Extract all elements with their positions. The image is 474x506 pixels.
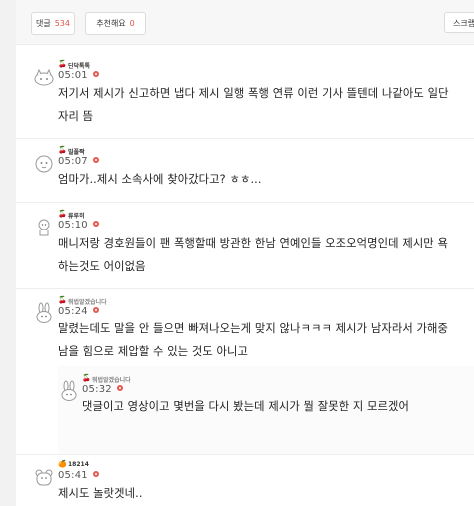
bear-icon [35,469,53,486]
cherry-icon: 🍒 [58,146,67,154]
comment-time: 05:32 [82,384,112,395]
comment-time: 05:24 [58,306,88,317]
rabbit-icon [61,380,77,401]
recommend-count: 0 [129,19,135,28]
round-face-icon [35,155,53,173]
comment-nickname[interactable]: 18214 [68,461,89,468]
left-gutter [0,0,16,506]
scrap-button[interactable]: 스크랩 [444,12,474,33]
rabbit-icon [36,302,52,323]
divider [16,138,474,139]
comment-time: 05:01 [58,70,88,81]
comment-nickname[interactable]: 딘닥톡톡 [68,61,90,70]
comment-time: 05:41 [58,470,88,481]
comment-text: 댓글이고 영상이고 몇번을 다시 봤는데 제시가 뭘 잘못한 지 모르겠어 [82,400,410,413]
comment-nickname[interactable]: 류루히 [68,211,85,220]
comment-count: 534 [54,19,70,28]
divider [16,454,474,455]
small-character-icon [38,219,50,236]
comment-text: 저기서 제시가 신고하면 냅다 제시 일행 폭행 연류 이런 기사 뜰텐데 나같… [58,87,449,123]
divider [16,288,474,289]
cherry-icon: 🍒 [82,374,91,382]
tab-comments-label: 댓글 [35,19,51,28]
options-icon[interactable] [92,157,99,163]
comment-time: 05:07 [58,156,88,167]
recommend-label: 추천해요 [96,19,126,28]
comment-section: 댓글 534 추천해요 0 스크랩 🍒 딘닥톡톡 05:01 저기서 제시가 신고하… [16,0,474,506]
comment-nickname[interactable]: 뭐법알겠습니다 [68,297,107,306]
options-icon[interactable] [92,307,99,313]
cat-face-icon [34,68,54,86]
cherry-icon: 🍒 [58,296,67,304]
comment-text: 제시도 놀랏겟네.. [58,487,143,500]
options-icon[interactable] [92,221,99,227]
orange-icon: 🍊 [58,460,67,468]
cherry-icon: 🍒 [58,210,67,218]
comment-toolbar: 댓글 534 추천해요 0 스크랩 [16,0,474,45]
comment-time: 05:10 [58,220,88,231]
recommend-button[interactable]: 추천해요 0 [85,12,146,35]
options-icon[interactable] [116,385,123,391]
comment-text: 매니저랑 경호원들이 팬 폭행할때 방관한 한남 연예인들 오조오억명인데 제시… [58,237,448,273]
tab-comments[interactable]: 댓글 534 [31,12,75,35]
options-icon[interactable] [92,71,99,77]
options-icon[interactable] [92,471,99,477]
scrap-label: 스크랩 [453,19,474,28]
comment-text: 말렸는데도 말을 안 들으면 빠져나오는게 맞지 않나ㅋㅋㅋ 제시가 남자라서 … [58,322,448,358]
comment-nickname[interactable]: 밀풀짝 [68,147,85,156]
cherry-icon: 🍒 [58,60,67,68]
comment-text: 엄마가..제시 소속사에 찾아갔다고? ㅎㅎ... [58,173,262,186]
comment-nickname[interactable]: 뭐법알겠습니다 [92,375,131,384]
divider [16,202,474,203]
